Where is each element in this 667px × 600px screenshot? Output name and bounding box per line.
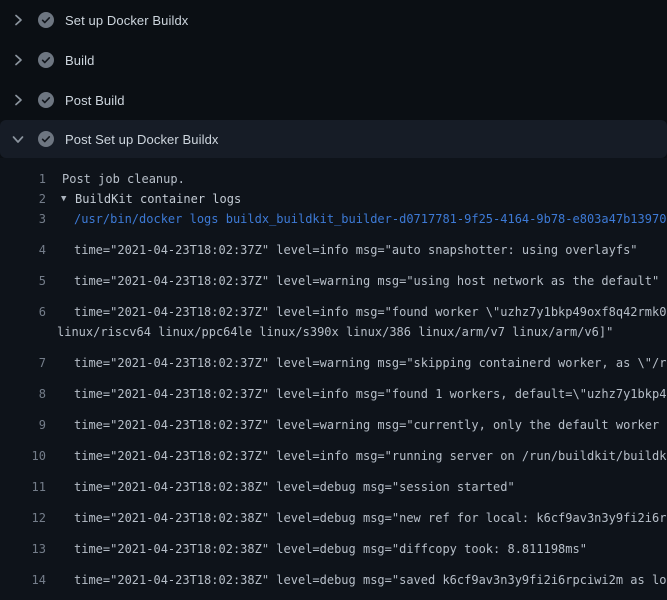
log-text: BuildKit container logs bbox=[75, 189, 241, 209]
log-line-number[interactable]: 3 bbox=[0, 209, 46, 229]
log-viewer: 1 Post job cleanup. 2 ▼BuildKit container l… bbox=[0, 158, 667, 600]
step-set-up-docker-buildx[interactable]: Set up Docker Buildx bbox=[0, 0, 667, 40]
log-text: Post job cleanup. bbox=[62, 169, 185, 189]
log-text: time="2021-04-23T18:02:37Z" level=info m… bbox=[74, 240, 638, 260]
chevron-right-icon[interactable] bbox=[10, 12, 26, 28]
chevron-right-icon[interactable] bbox=[10, 52, 26, 68]
log-line: 2 ▼BuildKit container logs bbox=[0, 189, 667, 209]
log-line: 7 time="2021-04-23T18:02:37Z" level=warni… bbox=[0, 342, 667, 373]
log-text: time="2021-04-23T18:02:38Z" level=debug … bbox=[74, 508, 667, 528]
step-label: Set up Docker Buildx bbox=[65, 13, 188, 28]
log-line-number[interactable]: 14 bbox=[0, 570, 46, 590]
log-command-text: /usr/bin/docker logs buildx_buildkit_bui… bbox=[74, 209, 666, 229]
log-text: time="2021-04-23T18:02:37Z" level=warnin… bbox=[74, 415, 667, 435]
log-text: time="2021-04-23T18:02:37Z" level=warnin… bbox=[74, 271, 659, 291]
log-line: 14 time="2021-04-23T18:02:38Z" level=debu… bbox=[0, 559, 667, 590]
log-text: time="2021-04-23T18:02:37Z" level=info m… bbox=[74, 302, 667, 322]
step-label: Post Build bbox=[65, 93, 125, 108]
log-line: 13 time="2021-04-23T18:02:38Z" level=debu… bbox=[0, 528, 667, 559]
log-line: 10 time="2021-04-23T18:02:37Z" level=info… bbox=[0, 435, 667, 466]
log-line-number[interactable]: 13 bbox=[0, 539, 46, 559]
log-line-number[interactable]: 2 bbox=[0, 189, 46, 209]
log-text: time="2021-04-23T18:02:38Z" level=debug … bbox=[74, 539, 587, 559]
log-line: 6 time="2021-04-23T18:02:37Z" level=info … bbox=[0, 291, 667, 322]
step-post-set-up-docker-buildx[interactable]: Post Set up Docker Buildx bbox=[0, 120, 667, 158]
check-circle-icon bbox=[38, 52, 54, 68]
log-line: 8 time="2021-04-23T18:02:37Z" level=info … bbox=[0, 373, 667, 404]
log-line: 5 time="2021-04-23T18:02:37Z" level=warni… bbox=[0, 260, 667, 291]
log-line: 9 time="2021-04-23T18:02:37Z" level=warni… bbox=[0, 404, 667, 435]
log-text: time="2021-04-23T18:02:37Z" level=warnin… bbox=[74, 353, 667, 373]
log-line-number[interactable]: 4 bbox=[0, 240, 46, 260]
step-build[interactable]: Build bbox=[0, 40, 667, 80]
log-line-continuation: linux/riscv64 linux/ppc64le linux/s390x … bbox=[0, 322, 667, 342]
log-line-number[interactable]: 9 bbox=[0, 415, 46, 435]
log-lines: 1 Post job cleanup. 2 ▼BuildKit container l… bbox=[0, 169, 667, 600]
log-text: linux/riscv64 linux/ppc64le linux/s390x … bbox=[57, 322, 613, 342]
step-post-build[interactable]: Post Build bbox=[0, 80, 667, 120]
step-label: Build bbox=[65, 53, 94, 68]
log-line-number[interactable]: 1 bbox=[0, 169, 46, 189]
log-line: 3/usr/bin/docker logs buildx_buildkit_bu… bbox=[0, 209, 667, 229]
check-circle-icon bbox=[38, 131, 54, 147]
log-line-number[interactable]: 6 bbox=[0, 302, 46, 322]
log-line: 4 time="2021-04-23T18:02:37Z" level=info … bbox=[0, 229, 667, 260]
log-text: time="2021-04-23T18:02:38Z" level=debug … bbox=[74, 477, 515, 497]
log-text: time="2021-04-23T18:02:37Z" level=info m… bbox=[74, 384, 667, 404]
chevron-right-icon[interactable] bbox=[10, 92, 26, 108]
step-label: Post Set up Docker Buildx bbox=[65, 132, 219, 147]
log-line-number[interactable]: 11 bbox=[0, 477, 46, 497]
log-line: 11 time="2021-04-23T18:02:38Z" level=debu… bbox=[0, 466, 667, 497]
log-line-number[interactable]: 8 bbox=[0, 384, 46, 404]
log-line: 12 time="2021-04-23T18:02:38Z" level=debu… bbox=[0, 497, 667, 528]
check-circle-icon bbox=[38, 12, 54, 28]
log-line-number[interactable]: 5 bbox=[0, 271, 46, 291]
chevron-down-icon[interactable] bbox=[10, 131, 26, 147]
log-line: 1 Post job cleanup. bbox=[0, 169, 667, 189]
log-text: time="2021-04-23T18:02:37Z" level=info m… bbox=[74, 446, 667, 466]
log-line-number[interactable]: 10 bbox=[0, 446, 46, 466]
steps-list: Set up Docker Buildx Build Post Build bbox=[0, 0, 667, 158]
actions-log-panel: Set up Docker Buildx Build Post Build bbox=[0, 0, 667, 600]
log-line-number[interactable]: 7 bbox=[0, 353, 46, 373]
log-line: 15time="2021-04-23T18:02:38Z" level=debu… bbox=[0, 590, 667, 600]
group-collapse-triangle-icon[interactable]: ▼ bbox=[61, 189, 73, 209]
log-line-number[interactable]: 12 bbox=[0, 508, 46, 528]
log-text: time="2021-04-23T18:02:38Z" level=debug … bbox=[74, 570, 667, 590]
check-circle-icon bbox=[38, 92, 54, 108]
